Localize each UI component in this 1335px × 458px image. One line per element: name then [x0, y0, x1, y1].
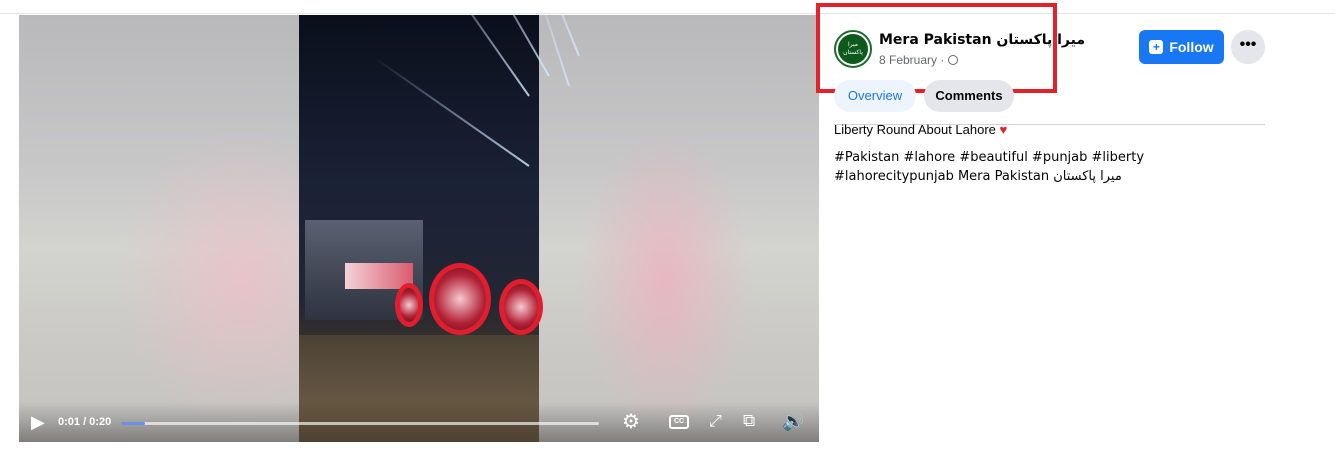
play-icon[interactable]: ▶ — [31, 412, 45, 432]
post-caption: Liberty Round About Lahore ♥ — [834, 122, 1007, 137]
cc-icon[interactable]: CC — [669, 415, 689, 429]
caption-text: Liberty Round About Lahore — [834, 122, 996, 137]
light-beam — [430, 15, 530, 97]
top-divider — [0, 13, 1335, 14]
expand-icon[interactable]: ⤢ — [709, 412, 722, 432]
volume-icon[interactable]: 🔊 — [782, 411, 804, 431]
follow-button[interactable]: + Follow — [1139, 30, 1224, 64]
more-options-button[interactable]: ••• — [1231, 30, 1265, 64]
decor-ring — [499, 279, 543, 335]
hashtag-line[interactable]: #lahorecitypunjab Mera Pakistan میرا پاک… — [834, 167, 1265, 186]
progress-bar[interactable] — [121, 422, 599, 425]
tab-overview[interactable]: Overview — [834, 80, 916, 112]
video-frame — [299, 15, 580, 442]
video-time: 0:01 / 0:20 — [58, 416, 112, 428]
heart-emoji: ♥ — [999, 122, 1008, 137]
hashtag-line[interactable]: #Pakistan #lahore #beautiful #punjab #li… — [834, 148, 1265, 167]
post-hashtags: #Pakistan #lahore #beautiful #punjab #li… — [834, 148, 1265, 186]
video-blur-right — [539, 15, 819, 442]
video-player[interactable]: ▶ 0:01 / 0:20 ⚙ CC ⤢ ⧉ 🔊 — [19, 15, 819, 442]
decor-ring — [395, 283, 423, 327]
video-blur-left — [19, 15, 299, 442]
decor-ring — [429, 263, 491, 335]
follow-label: Follow — [1169, 39, 1214, 55]
follow-icon: + — [1149, 40, 1164, 54]
progress-fill — [121, 422, 145, 425]
tab-comments[interactable]: Comments — [924, 80, 1014, 112]
more-icon: ••• — [1239, 36, 1257, 53]
miniplayer-icon[interactable]: ⧉ — [743, 411, 755, 431]
video-controls: ▶ 0:01 / 0:20 ⚙ CC ⤢ ⧉ 🔊 — [19, 402, 819, 442]
gear-icon[interactable]: ⚙ — [622, 412, 640, 432]
light-beam — [372, 56, 530, 167]
